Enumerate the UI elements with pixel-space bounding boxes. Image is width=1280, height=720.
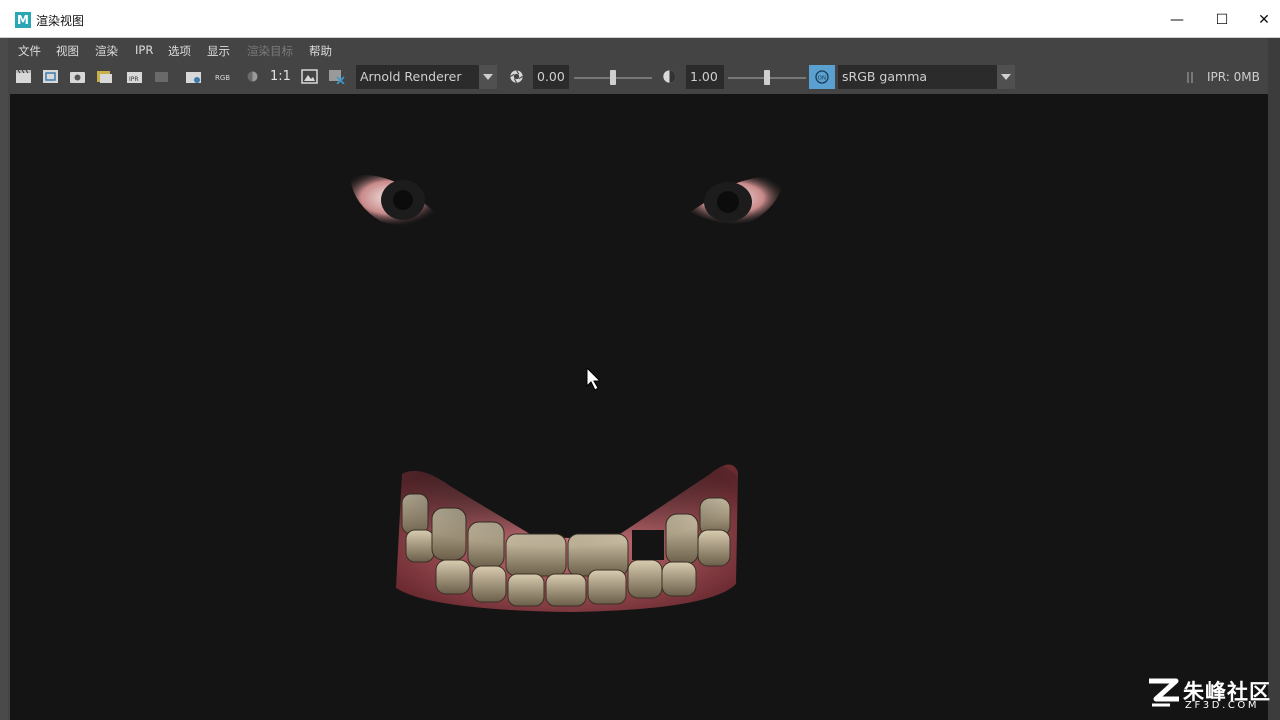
renderer-select[interactable]: Arnold Renderer [356, 65, 480, 89]
menu-help[interactable]: 帮助 [309, 43, 332, 59]
menu-options[interactable]: 选项 [168, 43, 191, 59]
exposure-aperture-icon[interactable] [508, 69, 525, 84]
watermark-domain: ZF3D.COM [1185, 700, 1260, 711]
menu-view[interactable]: 视图 [56, 43, 79, 59]
svg-text:RGB: RGB [215, 74, 230, 82]
keep-image-icon[interactable] [96, 69, 113, 84]
left-eye [350, 175, 440, 225]
right-eye [690, 176, 784, 224]
image-display-icon[interactable] [301, 69, 318, 84]
snapshot-camera-icon[interactable] [69, 69, 86, 84]
menu-bar: 文件 视图 渲染 IPR 选项 显示 渲染目标 帮助 [8, 39, 1268, 61]
svg-text:IPR: IPR [129, 76, 139, 83]
svg-text:ON: ON [818, 76, 826, 82]
color-management-icon: ON [815, 70, 829, 84]
render-region-icon[interactable] [42, 69, 59, 84]
ipr-render-icon[interactable]: IPR [126, 69, 143, 84]
real-size-button[interactable]: 1:1 [270, 69, 291, 84]
mouse-cursor [586, 366, 602, 391]
redo-render-icon[interactable] [15, 69, 32, 84]
remove-image-icon[interactable] [328, 69, 345, 84]
zf3d-logo-icon [1149, 678, 1179, 707]
minimize-button[interactable]: — [1157, 8, 1197, 32]
gamma-field[interactable]: 1.00 [686, 65, 724, 89]
close-button[interactable]: ✕ [1248, 8, 1280, 32]
renderer-dropdown-arrow[interactable] [479, 65, 497, 89]
ipr-memory-label: IPR: 0MB [1207, 70, 1260, 84]
rendered-image [350, 175, 784, 612]
alpha-channel-icon[interactable] [244, 69, 261, 84]
exposure-slider-handle[interactable] [610, 70, 616, 85]
gamma-slider-handle[interactable] [764, 70, 770, 85]
exposure-field[interactable]: 0.00 [533, 65, 569, 89]
refresh-ipr-icon[interactable] [153, 69, 170, 84]
maximize-button[interactable]: ☐ [1202, 8, 1242, 32]
rgb-channel-icon[interactable]: RGB [215, 69, 232, 84]
maya-app-icon: M [15, 12, 31, 28]
menu-display[interactable]: 显示 [207, 43, 230, 59]
render-settings-icon[interactable] [185, 69, 202, 84]
menu-file[interactable]: 文件 [18, 43, 41, 59]
ipr-memory-icon [1187, 72, 1193, 83]
menu-ipr[interactable]: IPR [135, 43, 153, 57]
right-dock-strip [1268, 38, 1280, 720]
color-management-toggle[interactable]: ON [809, 65, 835, 89]
mouth-teeth [355, 434, 755, 612]
gamma-contrast-icon[interactable] [661, 69, 678, 84]
window-titlebar: M 渲染视图 — ☐ ✕ [0, 0, 1280, 38]
window-title: 渲染视图 [36, 14, 85, 28]
menu-render[interactable]: 渲染 [95, 43, 118, 59]
menu-render-target[interactable]: 渲染目标 [247, 43, 293, 59]
left-dock-strip [0, 38, 8, 720]
render-toolbar: IPR RGB 1:1 Arnold Renderer 0.00 1.00 ON… [8, 61, 1268, 94]
view-transform-dropdown-arrow[interactable] [997, 65, 1015, 89]
view-transform-select[interactable]: sRGB gamma [838, 65, 998, 89]
render-viewport[interactable] [10, 94, 1268, 720]
